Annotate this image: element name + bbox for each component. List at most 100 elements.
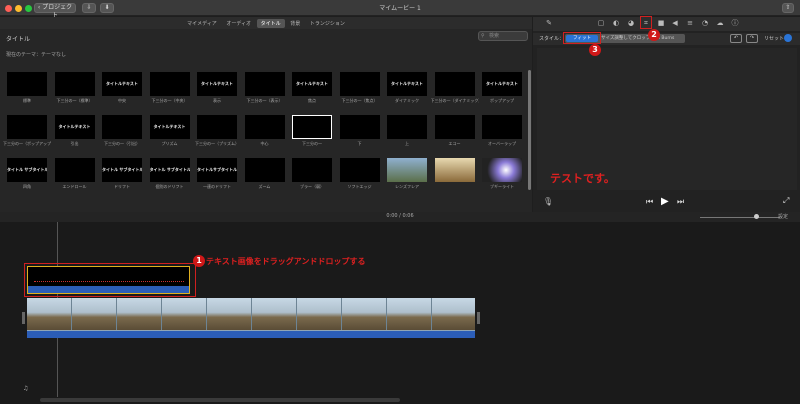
title-thumbnail-label: 中央: [118, 98, 126, 103]
title-thumbnail-label: 下三分の一（標準）: [56, 98, 93, 103]
speed-icon[interactable]: ◔: [701, 19, 709, 27]
title-thumbnail[interactable]: [149, 72, 190, 96]
title-thumbnail-label: ブラー（弱）: [300, 184, 324, 189]
video-frame-thumbnail: [297, 298, 342, 330]
title-thumbnail[interactable]: タイトル サブタイトル: [149, 158, 190, 182]
color-balance-icon[interactable]: ▢: [597, 19, 605, 27]
title-thumbnail-label: 下三分の一（表示）: [246, 98, 283, 103]
title-thumbnail[interactable]: タイトルテキスト: [482, 72, 522, 96]
title-thumbnail-label: 四角: [23, 184, 31, 189]
title-thumbnail-label: オーバーラップ: [488, 141, 516, 146]
timeline-settings-label[interactable]: 設定: [778, 213, 788, 220]
annotation-text-1: テキスト画像をドラッグアンドドロップする: [206, 257, 366, 266]
skip-back-icon[interactable]: ⏮: [646, 197, 653, 207]
title-thumbnail-label: ドリフト: [114, 184, 130, 189]
color-palette-icon[interactable]: ◕: [627, 19, 635, 27]
fullscreen-icon[interactable]: ⤢: [783, 196, 789, 206]
title-thumbnail-label: ブギーライト: [490, 184, 514, 189]
magic-wand-icon[interactable]: ✎: [545, 19, 553, 27]
title-thumbnail[interactable]: [339, 158, 380, 182]
title-thumbnail[interactable]: タイトルテキスト: [292, 72, 332, 96]
info-icon[interactable]: ⓘ: [731, 19, 739, 27]
timecode: 0:00 / 0:06: [386, 213, 414, 219]
title-thumbnail[interactable]: [387, 158, 427, 182]
title-thumbnail[interactable]: タイトルテキスト: [102, 72, 142, 96]
zoom-slider-thumb[interactable]: [754, 214, 759, 219]
title-thumbnail[interactable]: [244, 158, 285, 182]
browser-scrollbar[interactable]: [528, 70, 531, 190]
title-thumbnail[interactable]: [102, 115, 142, 139]
title-thumbnail-label: 下三分の一（ダイナミック）: [430, 98, 479, 103]
preview-overlay-text: テストです。: [550, 172, 615, 185]
share-button[interactable]: ⇧: [782, 3, 794, 13]
title-thumbnail[interactable]: [434, 158, 475, 182]
title-thumbnail-label: プリズム: [161, 141, 178, 146]
microphone-icon[interactable]: 🎙: [543, 197, 553, 206]
title-thumbnail[interactable]: [434, 72, 475, 96]
theme-label: 現在のテーマ：テーマなし: [6, 52, 67, 58]
title-thumbnail[interactable]: [7, 115, 47, 139]
title-thumbnail[interactable]: [339, 115, 380, 139]
title-thumbnail[interactable]: タイトルサブタイトル: [197, 158, 237, 182]
rotate-right-icon[interactable]: ↷: [746, 34, 758, 43]
volume-icon[interactable]: ◀: [671, 19, 679, 27]
filter-icon[interactable]: ☁: [716, 19, 724, 27]
title-thumbnail[interactable]: [7, 72, 47, 96]
play-icon[interactable]: ▶: [661, 196, 669, 207]
title-thumbnail-label: 下三分の一（焦点）: [341, 98, 378, 103]
title-thumbnail[interactable]: タイトルテキスト: [54, 115, 95, 139]
title-thumbnail-label: 下三分の一: [302, 141, 322, 146]
title-thumbnail[interactable]: [244, 115, 285, 139]
title-thumbnail[interactable]: タイトルテキスト: [197, 72, 237, 96]
annotation-number-1: 1: [193, 255, 205, 267]
crop-fill-kenburns-button[interactable]: サイズ調整してクロップ Ken Burns: [599, 35, 684, 42]
title-thumbnail[interactable]: [339, 72, 380, 96]
skip-forward-icon[interactable]: ⏭: [677, 197, 684, 207]
title-thumbnail[interactable]: [292, 158, 332, 182]
title-thumbnail-label: エコー: [448, 141, 461, 146]
total-time: 0:06: [402, 213, 414, 219]
title-thumbnail[interactable]: [434, 115, 475, 139]
equalizer-icon[interactable]: ≡: [686, 19, 694, 27]
video-frame-thumbnail: [432, 298, 475, 330]
browser-heading: タイトル: [6, 36, 31, 43]
apply-checkmark-icon[interactable]: [784, 34, 792, 42]
color-correction-icon[interactable]: ◐: [612, 19, 620, 27]
title-thumbnail-label: 焦点: [308, 98, 316, 103]
title-thumbnail-label: 中心: [260, 141, 269, 146]
title-thumbnail[interactable]: [54, 72, 95, 96]
tab-my-media[interactable]: マイメディア: [183, 19, 221, 28]
title-thumbnail[interactable]: タイトル サブタイトル: [7, 158, 47, 182]
title-thumbnail-label: 表示: [213, 98, 221, 103]
clip-trim-handle-left[interactable]: [22, 312, 25, 324]
video-frame-thumbnail: [252, 298, 297, 330]
title-thumbnail[interactable]: [197, 115, 237, 139]
title-thumbnail[interactable]: [54, 158, 95, 182]
title-thumbnail[interactable]: [244, 72, 285, 96]
title-thumbnail[interactable]: [387, 115, 427, 139]
rotate-left-icon[interactable]: ↶: [730, 34, 742, 43]
annotation-box-3: [563, 32, 601, 44]
timeline-scrollbar[interactable]: [40, 398, 400, 402]
tab-backgrounds[interactable]: 背景: [286, 19, 304, 28]
title-thumbnail[interactable]: [482, 115, 522, 139]
title-thumbnail[interactable]: タイトルテキスト: [149, 115, 190, 139]
playback-controls: 🎙 ⏮ ▶ ⏭ ⤢: [533, 193, 800, 211]
title-thumbnail[interactable]: タイトルテキスト: [387, 72, 427, 96]
clip-trim-handle-right[interactable]: [477, 312, 480, 324]
zoom-slider[interactable]: [700, 217, 780, 218]
title-thumbnail-label: ズーム: [258, 184, 271, 189]
title-thumbnail[interactable]: [292, 115, 332, 139]
tab-titles[interactable]: タイトル: [256, 19, 285, 28]
tab-audio[interactable]: オーディオ: [222, 19, 255, 28]
title-bar: ‹ プロジェクト ⇩ ⬇ マイムービー 1 ⇧: [0, 0, 800, 19]
search-icon: ⚲: [481, 33, 485, 39]
title-thumbnail-label: 下三分の一（プリズム）: [195, 141, 239, 146]
search-input[interactable]: ⚲ 検索: [478, 31, 528, 41]
title-thumbnail[interactable]: タイトル サブタイトル: [102, 158, 142, 182]
video-frame-thumbnail: [27, 298, 72, 330]
tab-transitions[interactable]: トランジション: [306, 19, 349, 28]
title-thumbnail[interactable]: [482, 158, 522, 182]
stabilization-icon[interactable]: ■: [657, 19, 665, 27]
reset-label[interactable]: リセット: [764, 35, 784, 42]
